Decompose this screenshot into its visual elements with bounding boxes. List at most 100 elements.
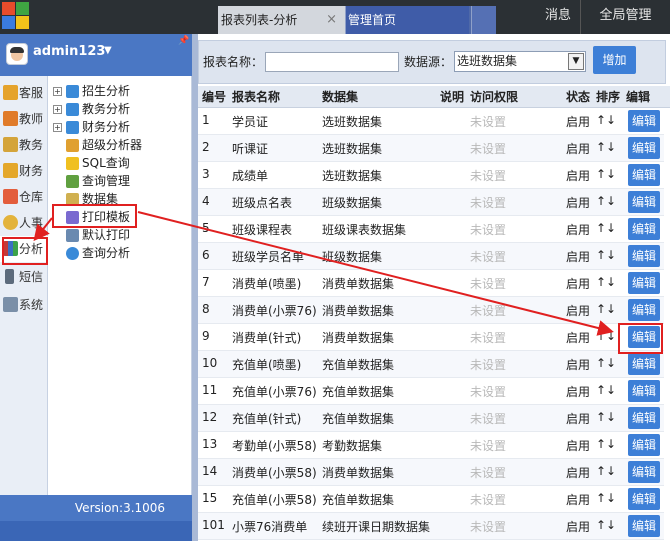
- nav-item-customer-service[interactable]: 客服: [0, 80, 48, 106]
- edit-button[interactable]: 编辑: [628, 326, 660, 348]
- row-sort-arrows-icon[interactable]: ↑↓: [596, 356, 616, 370]
- row-dataset: 选班数据集: [322, 142, 383, 156]
- row-sort-arrows-icon[interactable]: ↑↓: [596, 167, 616, 181]
- tree-label: 查询管理: [82, 174, 131, 188]
- nav-item-sms[interactable]: 短信: [0, 264, 48, 290]
- nav-item-warehouse[interactable]: 仓库: [0, 184, 48, 210]
- nav-item-finance[interactable]: 财务: [0, 158, 48, 184]
- row-dataset: 班级课表数据集: [322, 223, 407, 237]
- tree-label: SQL查询: [82, 156, 130, 170]
- expand-icon[interactable]: +: [53, 105, 62, 114]
- finance-icon: [3, 163, 18, 178]
- edit-button[interactable]: 编辑: [628, 299, 660, 321]
- edit-button[interactable]: 编辑: [628, 218, 660, 240]
- row-report-name: 成绩单: [232, 169, 269, 183]
- nav-item-hr[interactable]: 人事: [0, 210, 48, 236]
- chevron-down-icon[interactable]: ▼: [568, 53, 584, 70]
- row-access: 未设置: [470, 412, 507, 426]
- row-access: 未设置: [470, 250, 507, 264]
- triangle-down-icon[interactable]: ▼: [104, 45, 112, 56]
- row-sort-arrows-icon[interactable]: ↑↓: [596, 410, 616, 424]
- row-sort-arrows-icon[interactable]: ↑↓: [596, 113, 616, 127]
- row-dataset: 班级数据集: [322, 250, 383, 264]
- row-sort-arrows-icon[interactable]: ↑↓: [596, 383, 616, 397]
- nav-label: 教师: [19, 112, 44, 126]
- expand-icon[interactable]: +: [53, 123, 62, 132]
- row-access: 未设置: [470, 385, 507, 399]
- col-report-name: 报表名称: [232, 90, 281, 104]
- row-sort-arrows-icon[interactable]: ↑↓: [596, 140, 616, 154]
- row-sort-arrows-icon[interactable]: ↑↓: [596, 194, 616, 208]
- row-sort-arrows-icon[interactable]: ↑↓: [596, 464, 616, 478]
- row-sort-arrows-icon[interactable]: ↑↓: [596, 275, 616, 289]
- super-analyzer-icon: [66, 139, 79, 152]
- row-status: 启用: [566, 115, 591, 129]
- row-sort-arrows-icon[interactable]: ↑↓: [596, 302, 616, 316]
- edit-button[interactable]: 编辑: [628, 110, 660, 132]
- report-name-input[interactable]: [265, 52, 399, 72]
- messages-link[interactable]: 消息: [538, 0, 578, 34]
- edit-button[interactable]: 编辑: [628, 461, 660, 483]
- row-status: 启用: [566, 250, 591, 264]
- tab-label: 管理首页: [348, 13, 397, 27]
- tab-home[interactable]: 管理首页: [345, 6, 469, 34]
- expand-icon[interactable]: +: [53, 87, 62, 96]
- table-row: 6 班级学员名单 班级数据集 未设置 启用 ↑↓ 编辑: [198, 243, 670, 270]
- row-access: 未设置: [470, 169, 507, 183]
- row-sort-arrows-icon[interactable]: ↑↓: [596, 491, 616, 505]
- edit-button[interactable]: 编辑: [628, 164, 660, 186]
- row-status: 启用: [566, 277, 591, 291]
- edit-button[interactable]: 编辑: [628, 515, 660, 537]
- table-row: 1 学员证 选班数据集 未设置 启用 ↑↓ 编辑: [198, 108, 670, 135]
- tab-report-list[interactable]: 报表列表-分析 ×: [218, 6, 345, 34]
- username[interactable]: admin123: [33, 44, 105, 59]
- row-dataset: 消费单数据集: [322, 331, 395, 345]
- table-row: 9 消费单(针式) 消费单数据集 未设置 启用 ↑↓ 编辑: [198, 324, 670, 351]
- warehouse-icon: [3, 189, 18, 204]
- nav-item-analysis[interactable]: 分析: [0, 236, 48, 262]
- edit-button[interactable]: 编辑: [628, 488, 660, 510]
- add-button[interactable]: 增加: [593, 46, 636, 74]
- row-sort-arrows-icon[interactable]: ↑↓: [596, 221, 616, 235]
- row-sort-arrows-icon[interactable]: ↑↓: [596, 518, 616, 532]
- nav-label: 人事: [19, 216, 44, 230]
- row-access: 未设置: [470, 277, 507, 291]
- row-access: 未设置: [470, 223, 507, 237]
- tab-blank[interactable]: [471, 6, 496, 34]
- row-id: 5: [202, 221, 210, 235]
- edit-button[interactable]: 编辑: [628, 272, 660, 294]
- row-sort-arrows-icon[interactable]: ↑↓: [596, 329, 616, 343]
- customer-service-icon: [3, 85, 18, 100]
- pin-icon[interactable]: 📌: [178, 36, 189, 46]
- row-sort-arrows-icon[interactable]: ↑↓: [596, 437, 616, 451]
- close-icon[interactable]: ×: [326, 6, 337, 34]
- global-settings-link[interactable]: 全局管理: [580, 0, 670, 34]
- row-status: 启用: [566, 493, 591, 507]
- edit-button[interactable]: 编辑: [628, 380, 660, 402]
- scrollbar[interactable]: [664, 108, 670, 541]
- row-report-name: 学员证: [232, 115, 269, 129]
- row-status: 启用: [566, 196, 591, 210]
- row-access: 未设置: [470, 358, 507, 372]
- row-id: 4: [202, 194, 210, 208]
- row-report-name: 班级点名表: [232, 196, 293, 210]
- data-source-select[interactable]: 选班数据集 ▼: [454, 51, 586, 72]
- row-report-name: 充值单(小票76): [232, 385, 317, 399]
- edit-button[interactable]: 编辑: [628, 434, 660, 456]
- edit-button[interactable]: 编辑: [628, 137, 660, 159]
- nav-item-system[interactable]: 系统: [0, 292, 48, 318]
- nav-item-teacher[interactable]: 教师: [0, 106, 48, 132]
- edit-button[interactable]: 编辑: [628, 407, 660, 429]
- query-analysis-icon: [66, 247, 79, 260]
- edit-button[interactable]: 编辑: [628, 191, 660, 213]
- row-status: 启用: [566, 169, 591, 183]
- edit-button[interactable]: 编辑: [628, 353, 660, 375]
- report-name-label: 报表名称：: [203, 55, 264, 69]
- dataset-icon: [66, 193, 79, 206]
- row-id: 13: [202, 437, 218, 451]
- row-sort-arrows-icon[interactable]: ↑↓: [596, 248, 616, 262]
- edit-button[interactable]: 编辑: [628, 245, 660, 267]
- row-access: 未设置: [470, 439, 507, 453]
- row-dataset: 选班数据集: [322, 169, 383, 183]
- nav-item-academic[interactable]: 教务: [0, 132, 48, 158]
